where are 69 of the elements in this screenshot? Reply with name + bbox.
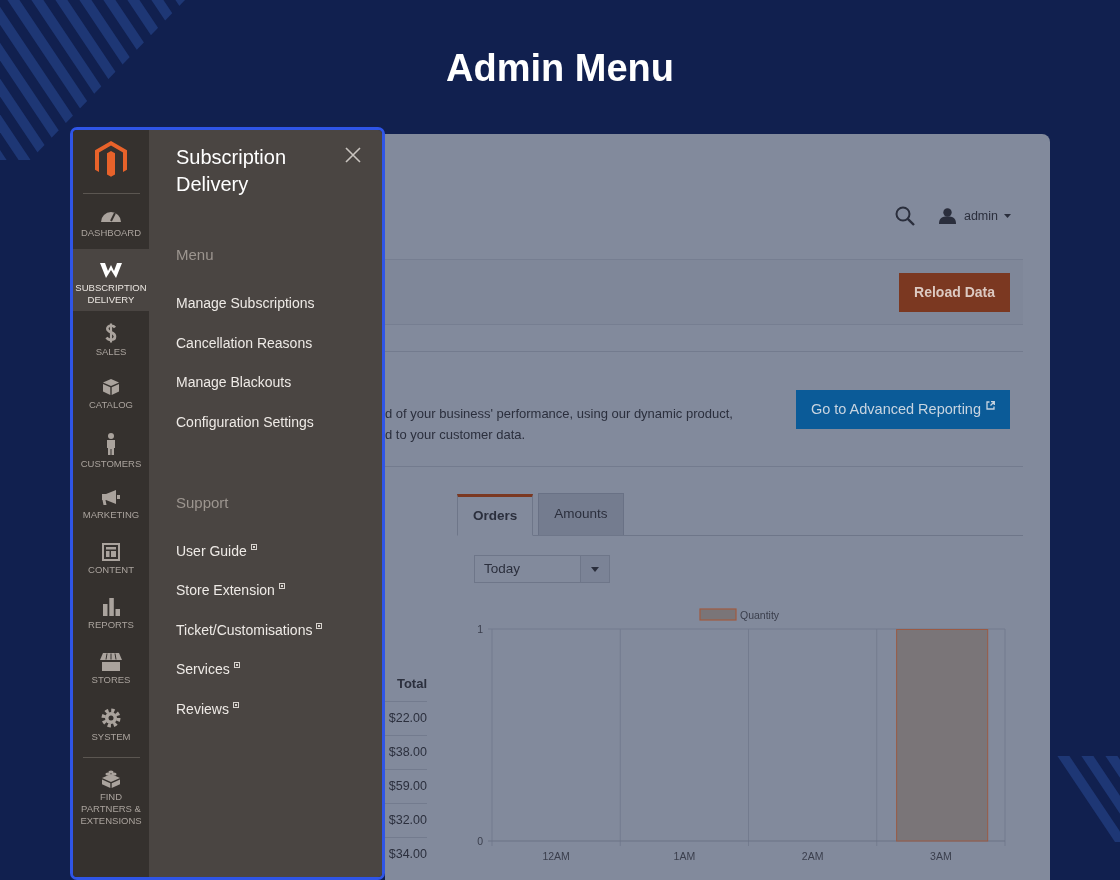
- column-header: Total: [396, 674, 427, 693]
- reload-data-button[interactable]: Reload Data: [899, 272, 1010, 312]
- description-text: d to your customer data.: [385, 426, 527, 444]
- axis-label: 1AM: [673, 850, 696, 862]
- sidebar-nav-item[interactable]: CUSTOMERS: [73, 421, 149, 476]
- caret-icon: [591, 566, 599, 572]
- external-link-icon: [250, 543, 257, 550]
- box-icon: [102, 378, 120, 396]
- axis-label: 0: [477, 834, 483, 847]
- external-link-icon: [986, 401, 995, 410]
- sidebar-nav-item[interactable]: FIND PARTNERS & EXTENSIONS: [73, 758, 149, 832]
- dollar-icon: [105, 323, 117, 343]
- advanced-reporting-button[interactable]: Go to Advanced Reporting: [795, 390, 1010, 429]
- search-icon[interactable]: [894, 206, 915, 226]
- external-link-icon: [278, 583, 285, 589]
- w-logo-icon: [100, 262, 122, 278]
- user-menu-button[interactable]: admin: [938, 206, 1011, 226]
- menu-link[interactable]: Configuration Settings: [176, 411, 314, 432]
- menu-link[interactable]: Reviews: [176, 698, 239, 719]
- sidebar-nav-item[interactable]: SYSTEM: [73, 696, 149, 751]
- table-cell-text: $22.00: [388, 710, 427, 728]
- gear-icon: [101, 708, 121, 728]
- sidebar-nav-item[interactable]: STORES: [73, 641, 149, 696]
- sidebar-nav-item[interactable]: DASHBOARD: [73, 194, 149, 249]
- external-link-icon: [232, 701, 239, 708]
- menu-link[interactable]: Store Extension: [176, 580, 285, 600]
- axis-label: 2AM: [801, 850, 824, 862]
- axis-label: 1: [477, 622, 483, 635]
- sidebar-nav-item[interactable]: SUBSCRIPTION DELIVERY: [73, 249, 149, 311]
- axis-label: 12AM: [542, 850, 570, 862]
- sidebar-nav-item[interactable]: SALES: [73, 311, 149, 366]
- tab[interactable]: Orders: [457, 494, 534, 536]
- menu-link[interactable]: Manage Blackouts: [176, 372, 292, 392]
- menu-link[interactable]: User Guide: [176, 540, 257, 561]
- table-cell-text: $34.00: [388, 846, 427, 864]
- hexagon-logo-icon: [95, 141, 127, 179]
- brick-icon: [101, 770, 121, 788]
- layout-icon: [102, 543, 120, 561]
- period-select[interactable]: Today: [474, 555, 610, 583]
- description-text: d of your business' performance, using our dynamic product,: [385, 405, 733, 423]
- legend-label: Quantity: [740, 608, 780, 621]
- menu-link[interactable]: Services: [176, 659, 240, 679]
- bar-chart-icon: [102, 598, 120, 616]
- page-title: Admin Menu: [446, 46, 674, 91]
- sidebar-nav-item[interactable]: CATALOG: [73, 366, 149, 421]
- axis-label: 3AM: [930, 850, 952, 862]
- flyout-title: Subscription Delivery: [176, 145, 288, 197]
- section-heading: Support: [176, 492, 230, 513]
- close-button[interactable]: [345, 147, 361, 163]
- close-icon: [345, 147, 361, 163]
- table-cell-text: $59.00: [388, 778, 427, 796]
- menu-link[interactable]: Manage Subscriptions: [176, 293, 315, 313]
- sidebar-nav-item[interactable]: CONTENT: [73, 531, 149, 586]
- menu-link[interactable]: Cancellation Reasons: [176, 332, 313, 353]
- person-icon: [106, 433, 116, 455]
- external-link-icon: [316, 622, 323, 629]
- table-cell-text: $38.00: [388, 744, 427, 762]
- external-link-icon: [233, 662, 240, 668]
- storefront-icon: [100, 653, 122, 671]
- caret-icon: [1004, 214, 1011, 218]
- menu-link[interactable]: Ticket/Customisations: [176, 619, 323, 640]
- megaphone-icon: [101, 489, 121, 505]
- table-cell-text: $32.00: [388, 812, 427, 830]
- section-heading: Menu: [176, 245, 215, 265]
- tab[interactable]: Amounts: [538, 493, 624, 535]
- sidebar-nav-item[interactable]: REPORTS: [73, 586, 149, 641]
- legend-swatch-icon: [699, 608, 737, 621]
- sidebar-nav-item[interactable]: MARKETING: [73, 476, 149, 531]
- user-icon: [938, 208, 956, 224]
